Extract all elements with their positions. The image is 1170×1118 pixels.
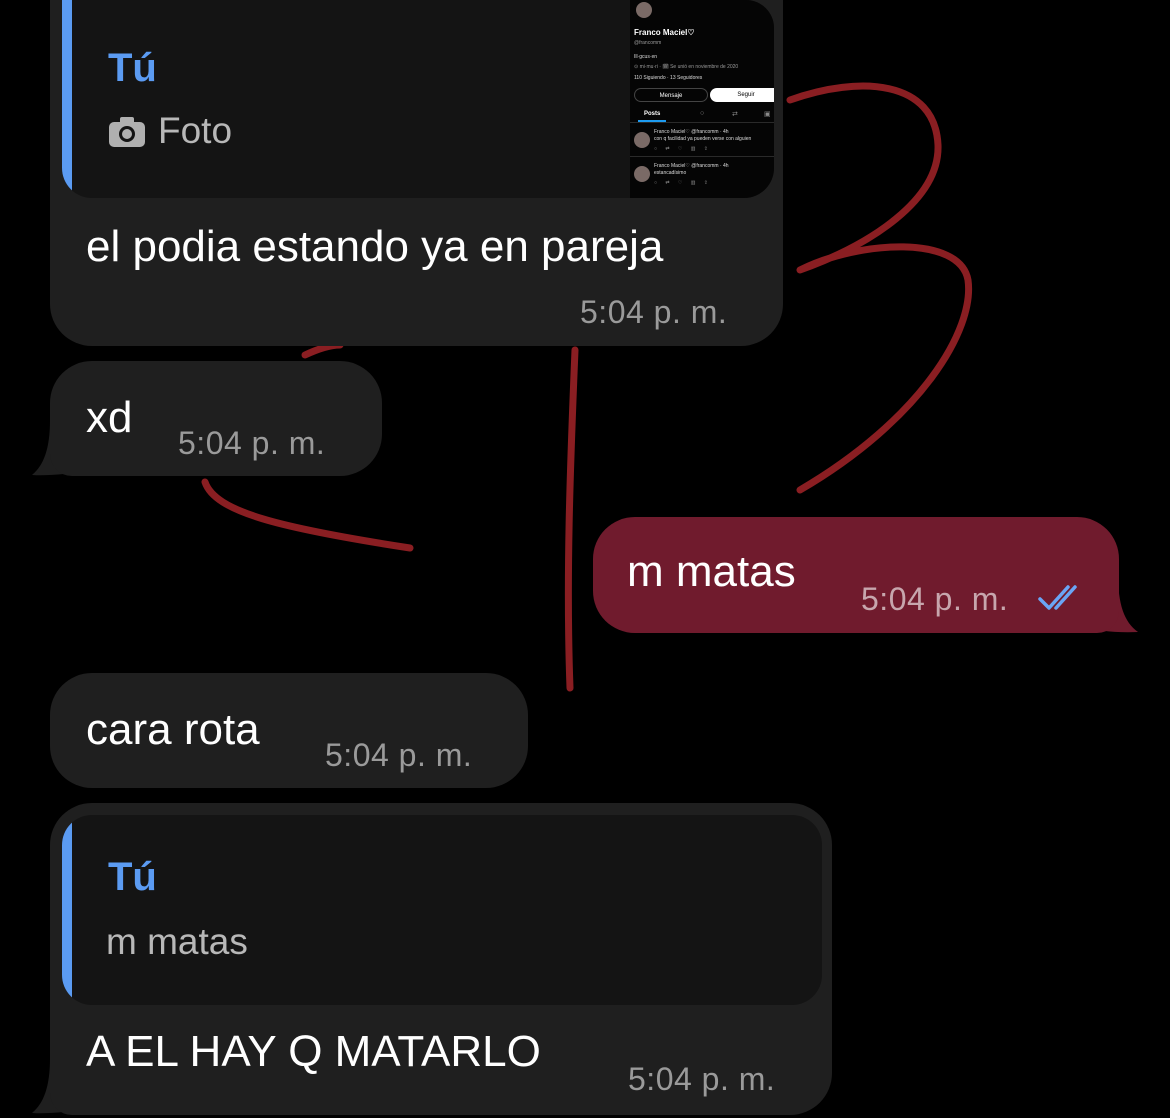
message-timestamp: 5:04 p. m. xyxy=(325,737,473,773)
thumbnail-bio: Ill·gcus·en xyxy=(634,54,658,60)
thumbnail-divider xyxy=(630,122,774,123)
thumbnail-tweet2-actions: ○ ⇄ ♡ ▥ ⇪ xyxy=(654,180,708,186)
message-text: m matas xyxy=(627,547,796,596)
message-bubble-incoming[interactable]: Tú m matas A EL HAY Q MATARLO 5:04 p. m. xyxy=(50,803,832,1115)
message-timestamp: 5:04 p. m. xyxy=(178,425,326,461)
message-bubble-outgoing[interactable]: m matas 5:04 p. m. xyxy=(593,517,1119,633)
thumbnail-media-icon: ▣ xyxy=(764,111,771,118)
quote-author: Tú xyxy=(108,855,157,899)
thumbnail-tab-posts: Posts xyxy=(644,111,661,117)
thumbnail-divider-2 xyxy=(630,156,774,157)
quote-author: Tú xyxy=(108,46,157,90)
double-check-icon xyxy=(1038,585,1077,610)
thumbnail-tweet2-body: estancadísimo xyxy=(654,170,687,176)
thumbnail-reply-icon: ○ xyxy=(700,110,705,117)
photo-thumbnail[interactable]: ⋯ Franco Maciel♡ @francomm Ill·gcus·en ⊙… xyxy=(630,0,774,198)
thumbnail-tweet2-avatar xyxy=(634,166,650,182)
message-timestamp: 5:04 p. m. xyxy=(861,581,1009,617)
message-text: xd xyxy=(86,393,133,442)
message-text: A EL HAY Q MATARLO xyxy=(86,1027,541,1076)
thumbnail-meta: ⊙ mi·mu·ri · 🗓 Se unió en noviembre de 2… xyxy=(634,64,739,70)
thumbnail-tweet2-header: Franco Maciel♡ @francomm · 4h xyxy=(654,163,729,169)
quote-preview-text: m matas xyxy=(106,921,248,962)
message-timestamp: 5:04 p. m. xyxy=(628,1061,776,1097)
message-timestamp: 5:04 p. m. xyxy=(580,294,728,330)
thumbnail-tweet1-actions: ○ ⇄ ♡ ▥ ⇪ xyxy=(654,146,708,152)
reply-quote[interactable]: Tú Foto ⋯ Franco Maciel♡ @francomm Ill·g… xyxy=(62,0,774,198)
message-text: cara rota xyxy=(86,705,260,754)
message-text: el podia estando ya en pareja xyxy=(86,222,664,271)
quote-preview-text: Foto xyxy=(158,110,233,151)
thumbnail-follow-button: Seguir xyxy=(710,88,774,102)
message-bubble-incoming[interactable]: cara rota 5:04 p. m. xyxy=(50,673,528,788)
thumbnail-repost-icon: ⇄ xyxy=(732,111,738,118)
thumbnail-profile-name: Franco Maciel♡ xyxy=(634,28,695,37)
quote-accent-bar xyxy=(62,0,72,198)
message-bubble-incoming[interactable]: xd 5:04 p. m. xyxy=(50,361,382,476)
thumbnail-tweet1-header: Franco Maciel♡ @francomm · 4h xyxy=(654,129,729,135)
quote-accent-bar xyxy=(62,815,72,1005)
message-bubble-incoming[interactable]: Tú Foto ⋯ Franco Maciel♡ @francomm Ill·g… xyxy=(50,0,783,346)
camera-icon xyxy=(107,112,147,152)
thumbnail-tweet-avatar xyxy=(634,132,650,148)
thumbnail-message-button: Mensaje xyxy=(634,88,708,102)
thumbnail-avatar xyxy=(636,2,652,18)
thumbnail-stats: 110 Siguiendo · 13 Seguidores xyxy=(634,75,703,81)
reply-quote[interactable]: Tú m matas xyxy=(62,815,822,1005)
thumbnail-tweet1-body: con q facilidad ya pueden verse con algu… xyxy=(654,136,752,142)
thumbnail-handle: @francomm xyxy=(634,40,662,46)
thumbnail-tab-indicator xyxy=(638,120,666,122)
